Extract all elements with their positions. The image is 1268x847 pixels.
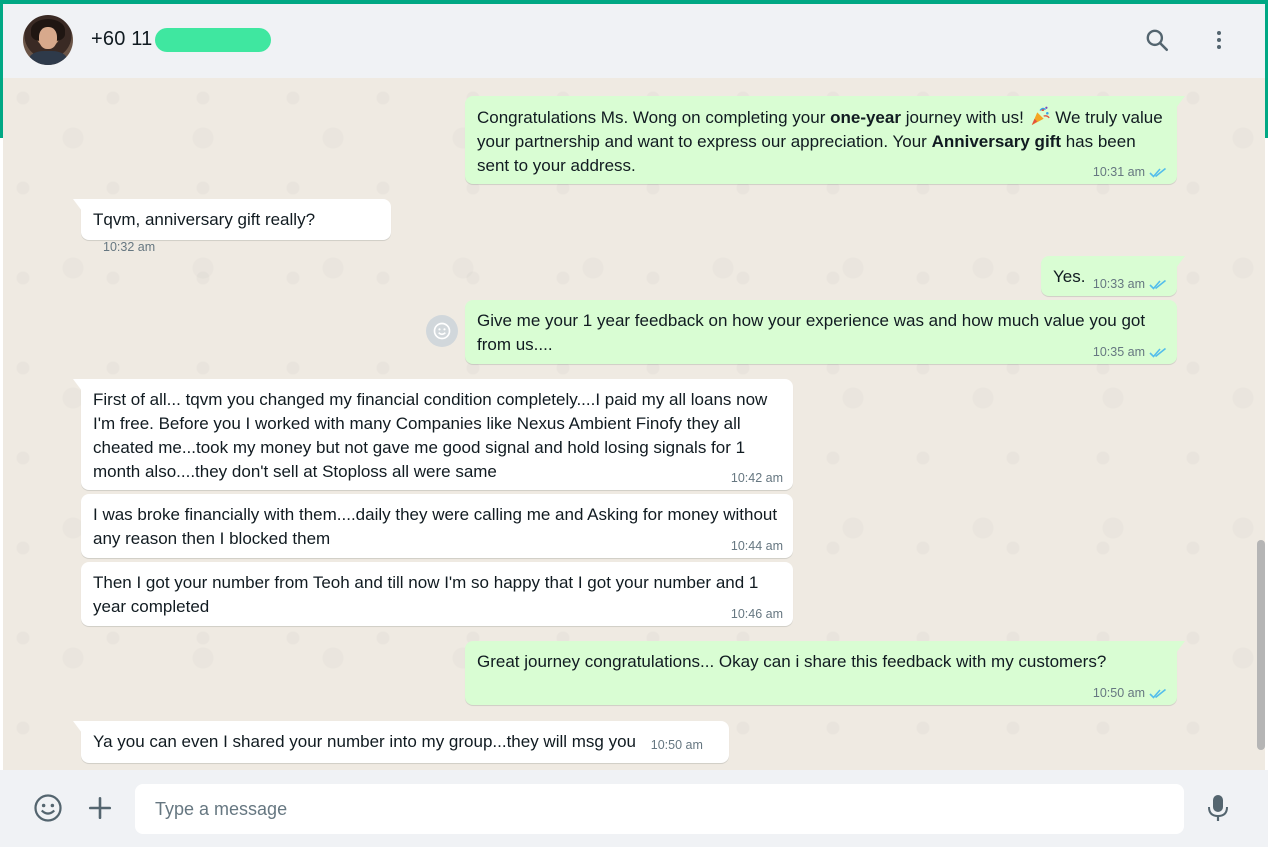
message-time: 10:32 am xyxy=(103,240,156,254)
menu-button[interactable] xyxy=(1205,26,1233,54)
message-time: 10:42 am xyxy=(730,471,783,485)
message-bubble-incoming[interactable]: I was broke financially with them....dai… xyxy=(81,494,793,558)
message-meta: 10:50 am xyxy=(651,738,703,752)
avatar[interactable] xyxy=(23,15,73,65)
message-text: Great journey congratulations... Okay ca… xyxy=(477,652,1107,671)
message-time: 10:35 am xyxy=(1092,345,1145,359)
attach-button[interactable] xyxy=(83,791,117,825)
message-bubble-incoming[interactable]: Ya you can even I shared your number int… xyxy=(73,721,729,763)
kebab-menu-icon xyxy=(1217,31,1221,49)
message-meta: 10:44 am xyxy=(731,539,783,553)
message-bubble-outgoing[interactable]: Yes. 10:33 am xyxy=(1041,256,1185,296)
message-bubble-incoming[interactable]: First of all... tqvm you changed my fina… xyxy=(73,379,793,490)
message-time: 10:33 am xyxy=(1092,277,1145,291)
search-button[interactable] xyxy=(1143,26,1171,54)
message-bubble-outgoing[interactable]: Great journey congratulations... Okay ca… xyxy=(465,641,1185,705)
message-time: 10:31 am xyxy=(1092,165,1145,179)
message-meta: 10:32 am xyxy=(103,240,155,254)
avatar-body xyxy=(29,51,67,65)
chat-header: +60 11 xyxy=(3,4,1265,79)
message-text: Then I got your number from Teoh and til… xyxy=(93,573,759,616)
message-text: Ya you can even I shared your number int… xyxy=(93,732,637,751)
double-check-icon xyxy=(1149,167,1166,178)
message-time: 10:50 am xyxy=(650,738,703,752)
message-input[interactable] xyxy=(135,784,1184,834)
message-bubble-outgoing[interactable]: Congratulations Ms. Wong on completing y… xyxy=(465,96,1185,184)
search-icon xyxy=(1146,29,1169,52)
message-meta: 10:42 am xyxy=(731,471,783,485)
emoji-icon xyxy=(34,794,62,822)
emoji-button[interactable] xyxy=(31,791,65,825)
message-text: Tqvm, anniversary gift really? xyxy=(93,210,316,229)
message-meta: 10:33 am xyxy=(1093,277,1167,291)
contact-name[interactable]: +60 11 xyxy=(91,28,152,51)
smiley-icon xyxy=(433,322,451,340)
message-text: Give me your 1 year feedback on how your… xyxy=(477,311,1146,354)
message-bubble-outgoing[interactable]: Give me your 1 year feedback on how your… xyxy=(465,300,1177,364)
message-time: 10:44 am xyxy=(730,539,783,553)
double-check-icon xyxy=(1149,279,1166,290)
message-meta: 10:50 am xyxy=(1093,686,1167,700)
message-meta: 10:31 am xyxy=(1093,165,1167,179)
avatar-face xyxy=(39,27,57,49)
double-check-icon xyxy=(1149,347,1166,358)
message-composer xyxy=(0,770,1268,847)
chat-panel[interactable]: Congratulations Ms. Wong on completing y… xyxy=(3,78,1265,770)
message-text: Yes. xyxy=(1053,267,1086,286)
message-time: 10:46 am xyxy=(730,607,783,621)
message-meta: 10:46 am xyxy=(731,607,783,621)
message-bubble-incoming[interactable]: Tqvm, anniversary gift really? 10:32 am xyxy=(73,199,391,254)
chat-scrollbar[interactable] xyxy=(1257,540,1265,750)
message-text: Congratulations Ms. Wong on completing y… xyxy=(477,106,1163,175)
microphone-icon xyxy=(1208,795,1228,821)
message-text: First of all... tqvm you changed my fina… xyxy=(93,390,768,481)
party-popper-emoji xyxy=(1031,106,1050,126)
voice-button[interactable] xyxy=(1201,791,1235,825)
double-check-icon xyxy=(1149,688,1166,699)
message-text: I was broke financially with them....dai… xyxy=(93,505,778,548)
message-meta: 10:35 am xyxy=(1093,345,1167,359)
plus-icon xyxy=(88,796,112,820)
message-time: 10:50 am xyxy=(1092,686,1145,700)
redaction-mark xyxy=(155,28,271,52)
react-button[interactable] xyxy=(426,315,458,347)
message-bubble-incoming[interactable]: Then I got your number from Teoh and til… xyxy=(81,562,793,626)
